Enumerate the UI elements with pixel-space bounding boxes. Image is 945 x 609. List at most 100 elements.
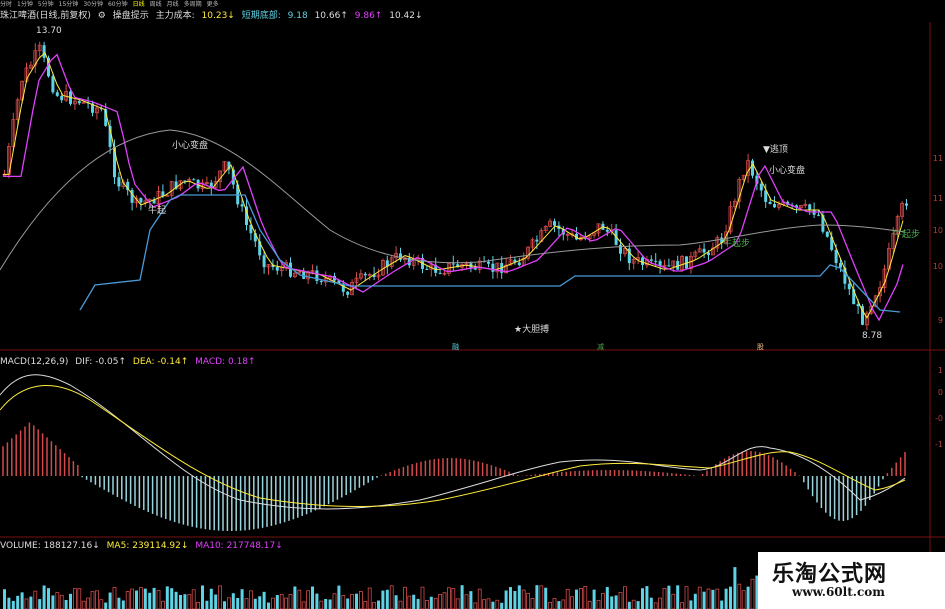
volume-bar bbox=[77, 588, 82, 609]
dadanbu-label: ★大胆搏 bbox=[514, 325, 550, 335]
axis-tick-8: -1 bbox=[935, 440, 943, 449]
candle-body bbox=[667, 265, 671, 267]
volume-bar bbox=[73, 588, 77, 609]
watermark: 乐淘公式网 www.60lt.com bbox=[758, 552, 945, 609]
candle-body bbox=[768, 201, 772, 205]
volume-bar bbox=[741, 590, 746, 609]
volume-bar bbox=[293, 586, 297, 609]
watermark-url: www.60lt.com bbox=[792, 585, 885, 599]
volume-bar bbox=[706, 588, 711, 609]
candle-body bbox=[517, 262, 521, 266]
volume-bar bbox=[720, 600, 724, 609]
volume-bar bbox=[275, 595, 279, 609]
ma5-line bbox=[3, 51, 904, 320]
macd-info: MACD(12,26,9) DIF: -0.05↑ DEA: -0.14↑ MA… bbox=[0, 356, 260, 368]
candle-body bbox=[262, 255, 266, 268]
candle-body bbox=[77, 101, 81, 104]
volume-bar bbox=[697, 586, 702, 609]
candle-body bbox=[759, 183, 763, 191]
volume-bar bbox=[315, 593, 319, 609]
volume-bar bbox=[746, 586, 750, 609]
axis-tick-1: 11 bbox=[932, 194, 943, 203]
candle-body bbox=[553, 221, 556, 226]
volume-bar bbox=[552, 598, 557, 609]
volume-bar bbox=[165, 586, 169, 609]
volume-bar bbox=[504, 590, 508, 609]
volume-bar bbox=[319, 600, 324, 609]
candle-body bbox=[847, 283, 851, 290]
taoding-label: ▼逃顶 bbox=[763, 145, 788, 155]
volume-bar bbox=[253, 598, 257, 609]
candle-body bbox=[451, 263, 455, 265]
macd-label: MACD(12,26,9) bbox=[0, 357, 69, 367]
candle-body bbox=[289, 262, 292, 277]
high-price-label: 13.70 bbox=[36, 26, 62, 36]
candle-body bbox=[641, 257, 644, 265]
volume-bar bbox=[372, 602, 377, 609]
axis-tick-4: 9 bbox=[937, 316, 943, 325]
watermark-title: 乐淘公式网 bbox=[772, 561, 888, 587]
volume-bar bbox=[226, 597, 231, 609]
candle-body bbox=[240, 204, 244, 207]
candle-body bbox=[363, 273, 367, 276]
volume-bar bbox=[438, 593, 443, 609]
volume-bar bbox=[377, 600, 380, 609]
volume-bar bbox=[381, 590, 385, 609]
volume-bar bbox=[614, 595, 618, 609]
volume-bar bbox=[433, 597, 438, 609]
volume-bar bbox=[108, 592, 112, 609]
candle-body bbox=[275, 267, 279, 271]
volume-bar bbox=[99, 599, 104, 609]
volume-bar bbox=[258, 596, 262, 609]
volume-bar bbox=[402, 586, 407, 609]
candle-body bbox=[654, 260, 658, 262]
volume-bar bbox=[262, 591, 266, 609]
volume-bar bbox=[394, 595, 398, 609]
volume-bar bbox=[42, 585, 46, 609]
volume-bar bbox=[557, 601, 561, 609]
volume-bar bbox=[446, 587, 451, 609]
volume-bar bbox=[658, 597, 662, 609]
volume-bar bbox=[605, 586, 609, 609]
volume-bar bbox=[7, 597, 11, 609]
volume-bar bbox=[341, 595, 346, 609]
candle-body bbox=[319, 280, 323, 283]
volume-bar bbox=[306, 590, 311, 609]
volume-bar bbox=[460, 585, 464, 609]
volume-bar bbox=[729, 586, 732, 609]
volume-bar bbox=[429, 596, 433, 609]
chart-canvas[interactable] bbox=[0, 0, 945, 609]
volume-bar bbox=[81, 600, 86, 609]
volume-bar bbox=[112, 587, 117, 609]
volume-bar bbox=[240, 589, 244, 609]
candle-body bbox=[834, 249, 838, 264]
volume-bar bbox=[311, 586, 314, 609]
volume-bar bbox=[170, 588, 174, 609]
event-marker-2[interactable]: 减 bbox=[597, 342, 604, 352]
candle-body bbox=[817, 214, 820, 216]
volume-bar bbox=[337, 585, 341, 609]
volume-bar bbox=[702, 591, 706, 609]
volume-bar bbox=[350, 594, 355, 609]
volume-bar bbox=[125, 591, 130, 609]
volume-bar bbox=[477, 588, 482, 609]
event-marker-1[interactable]: 融 bbox=[452, 342, 459, 352]
volume-bar bbox=[618, 592, 623, 609]
candle-body bbox=[425, 268, 429, 270]
candle-body bbox=[42, 45, 46, 58]
axis-tick-0: 11 bbox=[932, 154, 943, 163]
candle-body bbox=[605, 229, 609, 232]
volume-bar bbox=[645, 586, 649, 609]
axis-tick-2: 10 bbox=[932, 226, 943, 235]
volume-bar bbox=[653, 602, 658, 609]
volume-bar bbox=[223, 601, 226, 609]
volume-bar bbox=[284, 597, 289, 609]
volume-bar bbox=[548, 602, 552, 609]
dea-value: DEA: -0.14↑ bbox=[132, 357, 189, 367]
volume-bar bbox=[121, 600, 125, 609]
dif-value: DIF: -0.05↑ bbox=[75, 357, 127, 367]
event-marker-3[interactable]: 股 bbox=[757, 342, 764, 352]
volume-bar bbox=[143, 588, 147, 609]
volume-bar bbox=[464, 594, 469, 609]
volume-bar bbox=[152, 587, 156, 609]
